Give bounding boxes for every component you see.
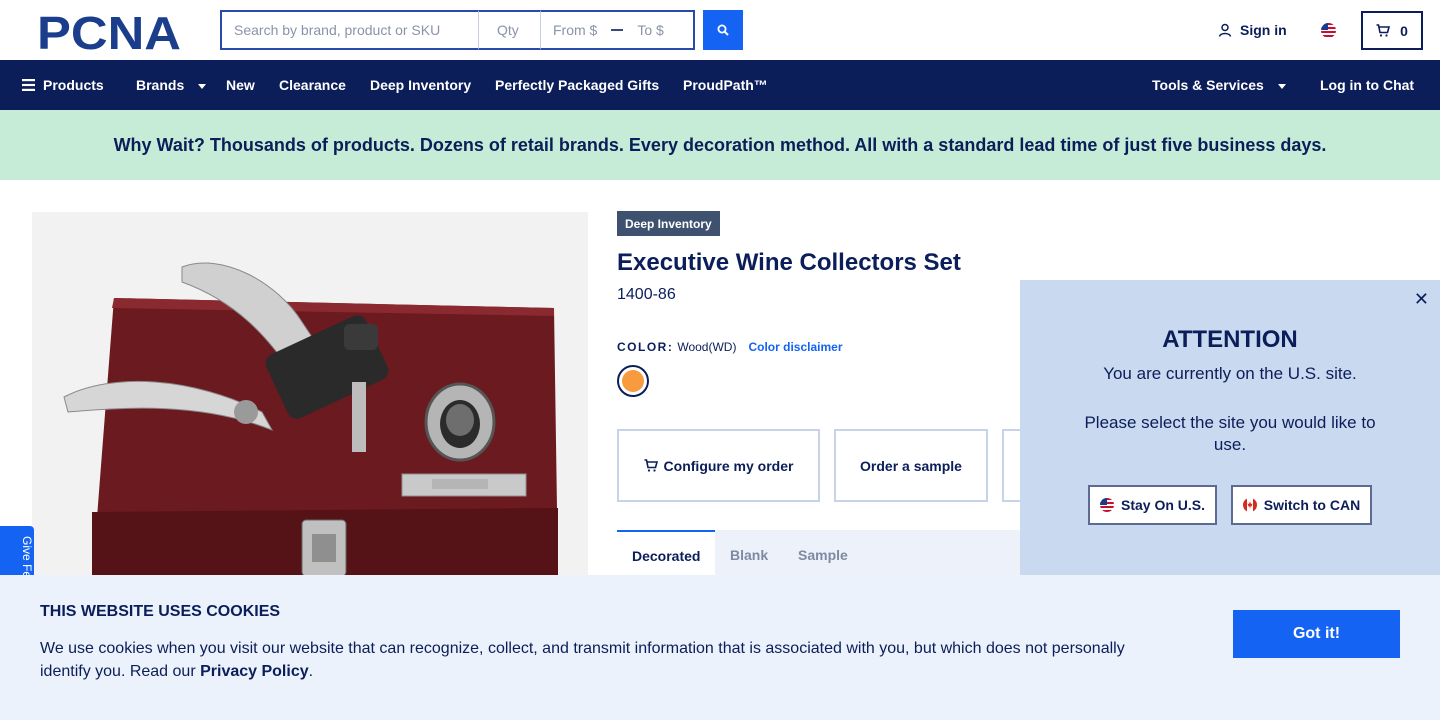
stay-label: Stay On U.S. [1120,497,1206,513]
cookie-text: We use cookies when you visit our websit… [40,637,1160,683]
sample-label: Order a sample [860,457,962,474]
promo-text: Why Wait? Thousands of products. Dozens … [113,134,1327,155]
close-icon[interactable]: ✕ [1414,289,1429,310]
search-input[interactable]: Search by brand, product or SKU [220,10,478,50]
nav-new-label: New [226,77,255,93]
region-select-modal: ✕ ATTENTION You are currently on the U.S… [1020,280,1440,576]
badge-label: Deep Inventory [625,216,712,231]
sign-in-label: Sign in [1240,22,1287,38]
stay-us-button[interactable]: Stay On U.S. [1088,485,1217,525]
chevron-down-icon [1277,83,1286,89]
switch-can-button[interactable]: Switch to CAN [1231,485,1372,525]
modal-heading: ATTENTION [1162,326,1298,353]
configure-order-button[interactable]: Configure my order [617,429,820,502]
main-nav: Products Brands New Clearance Deep Inven… [0,60,1440,110]
cart-count: 0 [1400,22,1408,39]
nav-new[interactable]: New [226,60,255,110]
nav-brands-label: Brands [136,77,185,93]
search-button[interactable] [703,10,743,50]
nav-products-label: Products [43,77,104,93]
qty-placeholder: Qty [497,22,519,38]
us-flag-icon [1099,498,1114,512]
product-title: Executive Wine Collectors Set [617,249,961,276]
nav-gifts[interactable]: Perfectly Packaged Gifts [495,60,659,110]
search-bar: Search by brand, product or SKU Qty From… [220,10,695,50]
color-row: COLOR: Wood(WD) Color disclaimer [617,340,842,354]
color-value: Wood(WD) [677,340,737,354]
from-price-placeholder[interactable]: From $ [553,22,597,38]
hamburger-icon [22,79,35,91]
cart-icon [644,459,658,472]
cookie-accept-button[interactable]: Got it! [1233,610,1400,658]
nav-tools-label: Tools & Services [1152,77,1264,93]
product-sku: 1400-86 [617,286,676,303]
cart-button[interactable]: 0 [1361,11,1423,50]
order-sample-button[interactable]: Order a sample [834,429,988,502]
nav-chat-label: Log in to Chat [1320,77,1415,93]
modal-message-select: Please select the site you would like to… [1084,413,1376,454]
nav-proudpath-label: ProudPath™ [683,77,768,93]
sign-in-link[interactable]: Sign in [1218,22,1287,38]
logo-text: PCNA [37,12,181,52]
qty-input[interactable]: Qty [478,10,540,50]
range-dash [611,29,624,31]
nav-deep-inventory[interactable]: Deep Inventory [370,60,471,110]
nav-tools-services[interactable]: Tools & Services [1152,60,1286,110]
color-swatch-wood[interactable] [617,365,649,397]
color-disclaimer-link[interactable]: Color disclaimer [748,340,842,354]
product-image[interactable] [32,212,588,582]
privacy-policy-link[interactable]: Privacy Policy [200,663,309,680]
cart-icon [1376,24,1391,37]
switch-label: Switch to CAN [1263,497,1361,513]
nav-clearance-label: Clearance [279,77,346,93]
deep-inventory-badge: Deep Inventory [617,211,720,236]
feedback-label: Give Fe [20,536,34,579]
cookie-banner: THIS WEBSITE USES COOKIES We use cookies… [0,575,1440,720]
nav-products[interactable]: Products [22,60,104,110]
configure-label: Configure my order [663,457,794,474]
nav-gifts-label: Perfectly Packaged Gifts [495,77,660,93]
canada-flag-icon [1242,498,1257,512]
to-price-placeholder[interactable]: To $ [637,22,663,38]
tab-blank[interactable]: Blank [730,530,768,580]
user-icon [1218,23,1232,37]
tab-decorated[interactable]: Decorated [617,530,716,580]
cookie-heading: THIS WEBSITE USES COOKIES [40,603,281,620]
pcna-logo[interactable]: PCNA [37,7,185,59]
nav-brands[interactable]: Brands [136,60,207,110]
top-header: PCNA Search by brand, product or SKU Qty… [0,0,1440,60]
nav-deep-inventory-label: Deep Inventory [370,77,472,93]
search-placeholder: Search by brand, product or SKU [234,22,441,38]
promo-banner: Why Wait? Thousands of products. Dozens … [0,110,1440,180]
swatch-dot [622,370,644,392]
give-feedback-tab[interactable]: Give Fe [0,526,34,582]
tab-sample[interactable]: Sample [798,530,848,580]
cookie-text-after: . [308,663,314,680]
nav-chat-login[interactable]: Log in to Chat [1320,60,1414,110]
price-range-input[interactable]: From $ To $ [540,10,695,50]
modal-message-current: You are currently on the U.S. site. [1103,364,1357,383]
chevron-down-icon [198,83,207,89]
us-flag-icon[interactable] [1321,23,1336,38]
color-label: COLOR: [617,340,674,354]
nav-proudpath[interactable]: ProudPath™ [683,60,768,110]
nav-clearance[interactable]: Clearance [279,60,346,110]
search-icon [717,24,729,36]
